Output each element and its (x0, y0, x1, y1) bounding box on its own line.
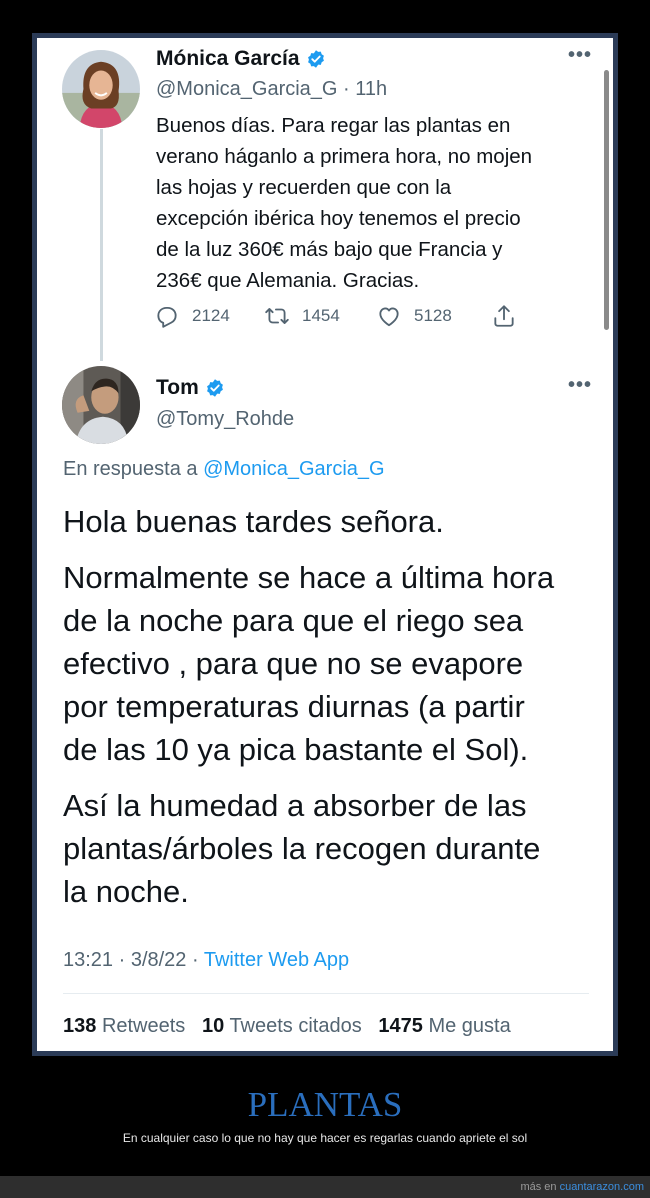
tweet-stats: 138 Retweets 10 Tweets citados 1475 Me g… (63, 1015, 511, 1038)
verified-badge-icon (307, 50, 324, 68)
reply-count: 2124 (192, 306, 230, 325)
retweets-stat-label: Retweets (101, 1015, 186, 1037)
handle-monica: @Monica_Garcia_G · 11h (156, 78, 387, 101)
tweet-timestamp[interactable]: 13:21 · 3/8/22 · (63, 949, 199, 971)
like-icon (379, 307, 399, 327)
post-title[interactable]: PLANTAS (0, 1085, 650, 1125)
tweet2-paragraph: Así la humedad a absorber de las plantas… (63, 784, 603, 913)
author-name-monica[interactable]: Mónica García (156, 47, 326, 71)
tweet1-text: Buenos días. Para regar las plantas en v… (156, 110, 596, 296)
tweet2-text: Hola buenas tardes señora. Normalmente s… (63, 500, 603, 926)
reply-prefix: En respuesta a (63, 458, 198, 480)
likes-stat-label: Me gusta (428, 1015, 511, 1037)
tweet1-line: Buenos días. Para regar las plantas en (156, 114, 511, 137)
tweet2-line: Hola buenas tardes señora. (63, 504, 444, 539)
separator-dot: · (343, 78, 356, 100)
quotes-stat-label: Tweets citados (229, 1015, 362, 1037)
footer-site-link[interactable]: cuantarazon.com (560, 1181, 644, 1193)
handle-tom: @Tomy_Rohde (156, 408, 295, 430)
tweet2-paragraph: Hola buenas tardes señora. (63, 500, 603, 543)
thread-line (100, 129, 103, 361)
reply-handle-link[interactable]: @Monica_Garcia_G (203, 458, 384, 480)
tweet1-line: verano háganlo a primera hora, no mojen (156, 145, 533, 168)
tweet1-actions: 2124 1454 5128 (154, 303, 517, 329)
retweet-button[interactable]: 1454 (264, 303, 376, 329)
reply-context: En respuesta a @Monica_Garcia_G (63, 458, 385, 481)
reply-icon (157, 306, 177, 328)
tweet2-line: de la noche para que el riego sea (63, 603, 524, 638)
avatar-monica[interactable] (62, 50, 140, 128)
tweet2-line: por temperaturas diurnas (a partir (63, 689, 525, 724)
like-button[interactable]: 5128 (376, 303, 491, 329)
tweet2-line: de las 10 ya pica bastante el Sol). (63, 732, 529, 767)
post-subtitle: En cualquier caso lo que no hay que hace… (122, 1131, 528, 1145)
tweet2-line: Normalmente se hace a última hora (63, 560, 555, 595)
tweet2-line: la noche. (63, 874, 189, 909)
more-icon[interactable]: ••• (568, 44, 592, 67)
verified-badge-icon (206, 379, 223, 397)
retweet-icon (265, 308, 289, 324)
author-name-tom[interactable]: Tom (156, 376, 225, 400)
divider (63, 993, 589, 994)
retweets-stat[interactable]: 138 Retweets (63, 1015, 185, 1037)
share-button[interactable] (491, 303, 517, 329)
tweet-source-app[interactable]: Twitter Web App (204, 949, 349, 971)
avatar-monica-image (62, 50, 140, 128)
tweet-card: Mónica García @Monica_Garcia_G · 11h •••… (37, 38, 613, 1051)
tweet-meta: 13:21 · 3/8/22 · Twitter Web App (63, 949, 349, 972)
tweet2-line: plantas/árboles la recogen durante (63, 831, 541, 866)
tweet-time: 11h (355, 78, 388, 100)
author-name-text: Tom (156, 376, 199, 399)
tweet1-line: de la luz 360€ más bajo que Francia y (156, 238, 503, 261)
scrollbar[interactable] (604, 70, 609, 330)
share-icon (494, 305, 514, 327)
tweet1-line: excepción ibérica hoy tenemos el precio (156, 207, 521, 230)
likes-stat[interactable]: 1475 Me gusta (378, 1015, 510, 1037)
screenshot-frame: Mónica García @Monica_Garcia_G · 11h •••… (32, 33, 618, 1056)
avatar-tom-image (62, 366, 140, 444)
footer-credit: más en cuantarazon.com (520, 1181, 644, 1193)
retweets-stat-count: 138 (63, 1015, 97, 1037)
tweet1-line: 236€ que Alemania. Gracias. (156, 269, 420, 292)
author-name-text: Mónica García (156, 47, 300, 70)
quotes-stat-count: 10 (201, 1015, 225, 1037)
footer-bar: más en cuantarazon.com (0, 1176, 650, 1198)
retweet-count: 1454 (302, 306, 340, 325)
tweet2-line: Así la humedad a absorber de las (63, 788, 527, 823)
avatar-tom[interactable] (62, 366, 140, 444)
handle-text: @Monica_Garcia_G (156, 78, 338, 100)
likes-stat-count: 1475 (378, 1015, 423, 1037)
like-count: 5128 (414, 306, 452, 325)
tweet1-line: las hojas y recuerden que con la (156, 176, 452, 199)
footer-prefix: más en (520, 1181, 557, 1193)
reply-button[interactable]: 2124 (154, 303, 264, 329)
more-icon[interactable]: ••• (568, 374, 592, 397)
tweet2-paragraph: Normalmente se hace a última hora de la … (63, 556, 603, 771)
tweet2-line: efectivo , para que no se evapore (63, 646, 524, 681)
quotes-stat[interactable]: 10 Tweets citados (202, 1015, 362, 1037)
